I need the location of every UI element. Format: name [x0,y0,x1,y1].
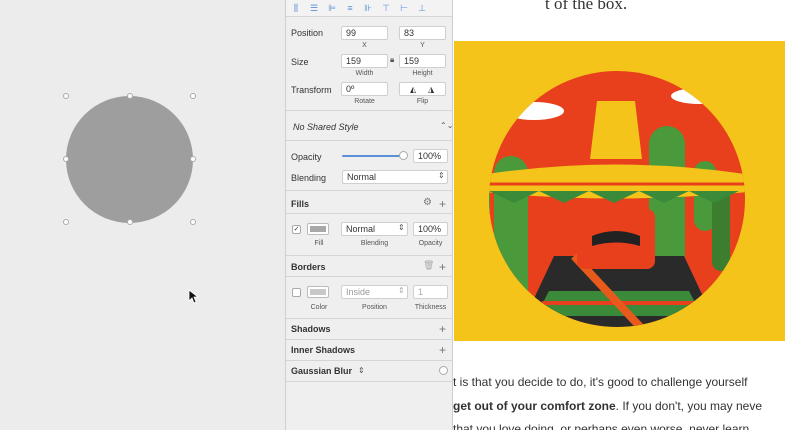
add-inner-shadow-icon[interactable]: + [439,344,446,356]
flip-horizontal-icon[interactable]: ◭ [410,84,416,96]
article-line-2-rest: . If you don't, you may neve [615,399,763,413]
fill-blending-label: Blending [360,240,389,247]
shared-style-select[interactable]: No Shared Style [293,122,359,132]
border-color-swatch[interactable] [307,286,329,298]
borders-title: Borders [291,262,326,272]
align-left-icon[interactable]: ⊫ [326,3,338,13]
border-position-label: Position [362,304,387,311]
inner-shadows-title: Inner Shadows [291,345,356,355]
align-bottom-icon[interactable]: ⊥ [416,3,428,13]
illustration-svg [454,41,785,341]
blending-select[interactable]: Normal [342,170,448,184]
fill-opacity-input[interactable]: 100% [413,222,448,236]
size-height-label: Height [412,70,433,77]
size-width-input[interactable]: 159 [341,54,388,68]
size-height-input[interactable]: 159 [399,54,446,68]
mouse-cursor-icon [188,289,200,304]
border-enabled-checkbox[interactable] [292,288,301,297]
article-line-1: t is that you decide to do, it's good to… [453,375,748,389]
rotate-input[interactable]: 0º [341,82,388,96]
distribute-horizontal-icon[interactable]: ⫼ [290,3,302,13]
shared-style-chevron-icon[interactable]: ⌃⌄ [440,121,453,130]
border-thickness-label: Thickness [414,304,447,311]
border-color-label: Color [310,304,328,311]
align-right-icon[interactable]: ⊪ [362,3,374,13]
gaussian-blur-chevron-icon[interactable]: ⇕ [358,366,365,375]
add-border-icon[interactable]: + [439,261,446,273]
add-fill-icon[interactable]: + [439,198,446,210]
divider [286,255,454,256]
flip-buttons: ◭ ◮ [399,82,446,96]
trash-icon[interactable]: 🗑︎ [423,260,434,271]
resize-handle-right[interactable] [190,156,196,162]
lock-icon[interactable]: 🔒︎ [390,55,394,65]
blending-label: Blending [291,173,327,183]
position-label: Position [291,28,324,38]
opacity-label: Opacity [291,152,322,162]
flip-vertical-icon[interactable]: ◮ [428,84,434,96]
fill-color-swatch[interactable] [307,223,329,235]
shadows-title: Shadows [291,324,331,334]
inspector-panel: ⫼ ☰ ⊫ ≡ ⊪ ⊤ ⊢ ⊥ Position 99 83 X Y Size … [285,0,454,430]
resize-handle-bottom-left[interactable] [63,219,69,225]
divider [286,140,454,141]
alignment-toolbar: ⫼ ☰ ⊫ ≡ ⊪ ⊤ ⊢ ⊥ [286,0,452,17]
fill-opacity-label: Opacity [418,240,443,247]
gaussian-blur-toggle[interactable] [439,366,448,375]
article-line-3: that you love doing, or perhaps even wor… [453,422,750,430]
distribute-vertical-icon[interactable]: ☰ [308,3,320,13]
divider [286,318,454,319]
fills-title: Fills [291,199,310,209]
divider [286,190,454,191]
mexican-illustration-image [454,41,785,341]
article-heading-fragment: t of the box. [545,0,628,13]
resize-handle-bottom[interactable] [127,219,133,225]
article-line-2: get out of your comfort zone. If you don… [453,399,762,413]
divider [286,276,454,277]
article-line-2-bold: get out of your comfort zone [453,399,616,413]
opacity-input[interactable]: 100% [413,149,448,163]
position-y-input[interactable]: 83 [399,26,446,40]
position-y-label: Y [420,42,425,49]
resize-handle-top-right[interactable] [190,93,196,99]
border-thickness-input[interactable]: 1 [413,285,448,299]
position-x-label: X [362,42,367,49]
fill-label: Fill [314,240,324,247]
border-position-chevron-icon: ⇕ [398,286,405,295]
opacity-slider-knob[interactable] [399,151,408,160]
divider [286,360,454,361]
fill-enabled-checkbox[interactable]: ✓ [292,225,301,234]
divider [286,110,454,111]
align-middle-icon[interactable]: ⊢ [398,3,410,13]
size-label: Size [291,57,309,67]
transform-label: Transform [291,85,332,95]
resize-handle-top-left[interactable] [63,93,69,99]
resize-handle-bottom-right[interactable] [190,219,196,225]
divider [286,381,454,382]
add-shadow-icon[interactable]: + [439,323,446,335]
resize-handle-left[interactable] [63,156,69,162]
opacity-slider-track[interactable] [342,155,404,157]
align-center-icon[interactable]: ≡ [344,3,356,13]
divider [286,339,454,340]
align-top-icon[interactable]: ⊤ [380,3,392,13]
gaussian-blur-title[interactable]: Gaussian Blur [291,366,352,376]
selected-oval-shape[interactable] [66,96,193,223]
blending-chevron-icon: ⇕ [438,171,445,180]
position-x-input[interactable]: 99 [341,26,388,40]
fills-settings-icon[interactable]: ⚙ [423,197,432,208]
rotate-label: Rotate [354,98,375,105]
article-background: t of the box. t is that you decide to do… [453,0,800,430]
resize-handle-top[interactable] [127,93,133,99]
flip-label: Flip [416,98,429,105]
divider [286,213,454,214]
size-width-label: Width [355,70,374,77]
canvas[interactable] [0,0,285,430]
fill-blend-chevron-icon: ⇕ [398,223,405,232]
